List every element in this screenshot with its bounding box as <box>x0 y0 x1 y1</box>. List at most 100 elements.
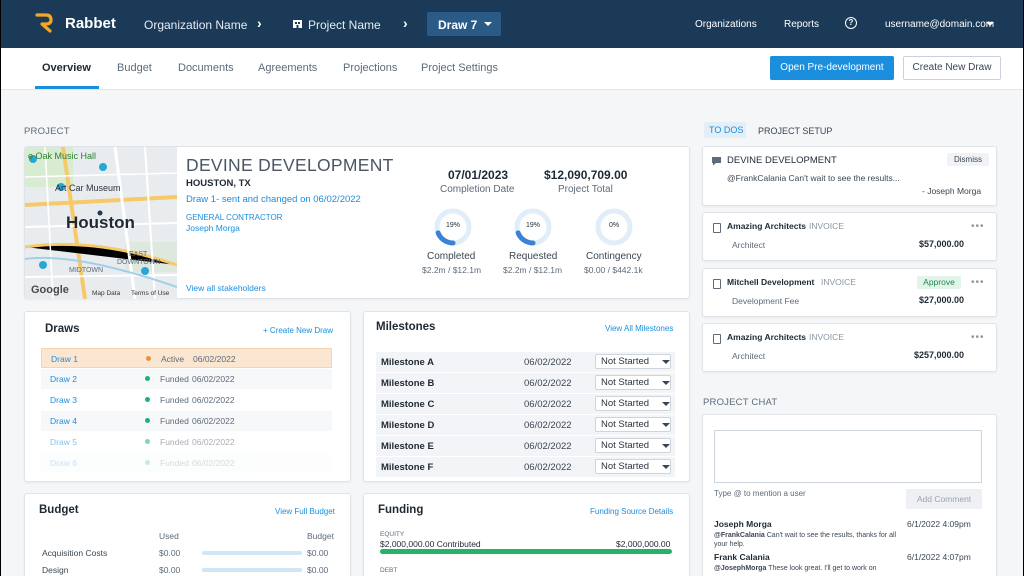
more-options-icon[interactable]: ••• <box>971 277 985 288</box>
dismiss-button[interactable]: Dismiss <box>947 153 989 166</box>
milestone-status-select[interactable]: Not Started <box>595 396 671 411</box>
milestone-date: 06/02/2022 <box>524 357 572 368</box>
milestone-row: Milestone C 06/02/2022 Not Started <box>376 394 675 414</box>
map-data-link[interactable]: Map Data <box>92 290 120 297</box>
chat-input[interactable] <box>714 430 982 483</box>
tab-project-settings[interactable]: Project Settings <box>421 62 498 74</box>
add-comment-button[interactable]: Add Comment <box>906 489 982 509</box>
draw-name[interactable]: Draw 4 <box>50 416 77 426</box>
milestone-row: Milestone B 06/02/2022 Not Started <box>376 373 675 393</box>
map-terms-link[interactable]: Terms of Use <box>131 290 169 297</box>
equity-label: EQUITY <box>380 531 405 538</box>
milestone-row: Milestone F 06/02/2022 Not Started <box>376 457 675 477</box>
equity-total: $2,000,000.00 <box>616 539 671 549</box>
status-dot-icon <box>145 397 150 402</box>
document-icon <box>713 279 721 289</box>
caret-down-icon[interactable] <box>986 22 994 26</box>
chat-mention[interactable]: @JosephMorga <box>714 565 766 572</box>
milestone-status-select[interactable]: Not Started <box>595 375 671 390</box>
create-draw-link[interactable]: + Create New Draw <box>263 326 333 335</box>
draw-name[interactable]: Draw 6 <box>50 458 77 468</box>
caret-down-icon <box>662 465 670 469</box>
draw-status-link[interactable]: Draw 1- sent and changed on 06/02/2022 <box>186 194 361 205</box>
chat-text: @FrankCalania Can't wait to see the resu… <box>714 532 897 539</box>
app-frame: Rabbet Organization Name › Project Name … <box>1 0 1023 576</box>
tab-documents[interactable]: Documents <box>178 62 234 74</box>
status-dot-icon <box>145 460 150 465</box>
budget-progress-bar <box>202 551 302 555</box>
milestone-name: Milestone A <box>381 357 434 368</box>
more-options-icon[interactable]: ••• <box>971 221 985 232</box>
user-menu[interactable]: username@domain.com <box>885 19 994 30</box>
active-tab-indicator <box>35 86 99 89</box>
requested-label: Requested <box>509 251 558 262</box>
more-options-icon[interactable]: ••• <box>971 332 985 343</box>
project-map[interactable]: e Oak Music Hall Art Car Museum Houston … <box>25 147 177 299</box>
document-icon <box>713 223 721 233</box>
brand-name[interactable]: Rabbet <box>65 15 116 32</box>
help-icon[interactable]: ? <box>845 17 857 29</box>
milestone-status-select[interactable]: Not Started <box>595 417 671 432</box>
invoice-type: INVOICE <box>809 332 844 342</box>
draw-date: 06/02/2022 <box>192 374 235 384</box>
milestone-name: Milestone E <box>381 441 434 452</box>
milestone-status-select[interactable]: Not Started <box>595 354 671 369</box>
caret-down-icon <box>662 402 670 406</box>
draw-row[interactable]: Draw 2 Funded 06/02/2022 <box>41 369 332 389</box>
rabbet-logo-icon[interactable] <box>35 13 53 33</box>
milestone-name: Milestone F <box>381 462 434 473</box>
project-chat-card: Type @ to mention a user Add Comment Jos… <box>702 414 997 576</box>
budget-line-used: $0.00 <box>159 548 181 558</box>
view-all-milestones-link[interactable]: View All Milestones <box>605 324 673 333</box>
tab-project-setup[interactable]: PROJECT SETUP <box>758 126 832 136</box>
milestone-row: Milestone D 06/02/2022 Not Started <box>376 415 675 435</box>
milestone-status-select[interactable]: Not Started <box>595 459 671 474</box>
tab-projections[interactable]: Projections <box>343 62 397 74</box>
tab-overview[interactable]: Overview <box>42 62 91 74</box>
status-dot-icon <box>145 376 150 381</box>
open-predevelopment-button[interactable]: Open Pre-development <box>770 56 894 80</box>
nav-reports-link[interactable]: Reports <box>784 19 819 30</box>
general-contractor-name[interactable]: Joseph Morga <box>186 223 240 233</box>
milestone-status-select[interactable]: Not Started <box>595 438 671 453</box>
milestones-card: Milestones View All Milestones Milestone… <box>363 311 690 482</box>
breadcrumb-organization[interactable]: Organization Name <box>144 18 247 32</box>
invoice-card[interactable]: Amazing Architects INVOICE ••• Architect… <box>702 323 997 372</box>
draw-status: Funded <box>160 416 189 426</box>
chat-time: 6/1/2022 4:07pm <box>907 552 971 562</box>
draw-status: Active <box>161 354 185 364</box>
chat-mention[interactable]: @FrankCalania <box>714 532 765 539</box>
draw-name[interactable]: Draw 1 <box>51 354 78 364</box>
tab-budget[interactable]: Budget <box>117 62 152 74</box>
draw-row[interactable]: Draw 1 Active 06/02/2022 <box>41 348 332 368</box>
map-label: MIDTOWN <box>69 267 104 274</box>
todo-message-author: - Joseph Morga <box>922 186 982 196</box>
budget-line-name: Acquisition Costs <box>42 548 108 558</box>
breadcrumb-project[interactable]: Project Name <box>308 18 381 32</box>
view-stakeholders-link[interactable]: View all stakeholders <box>186 283 266 293</box>
tab-agreements[interactable]: Agreements <box>258 62 317 74</box>
draw-selector-dropdown[interactable]: Draw 7 <box>427 12 501 36</box>
draw-row[interactable]: Draw 4 Funded 06/02/2022 <box>41 411 332 431</box>
draw-name[interactable]: Draw 2 <box>50 374 77 384</box>
nav-organizations-link[interactable]: Organizations <box>695 19 757 30</box>
approve-button[interactable]: Approve <box>917 276 961 289</box>
general-contractor-label: GENERAL CONTRACTOR <box>186 213 283 222</box>
milestone-row: Milestone A 06/02/2022 Not Started <box>376 352 675 372</box>
draw-row[interactable]: Draw 6 Funded 06/02/2022 <box>41 453 332 473</box>
create-new-draw-button[interactable]: Create New Draw <box>903 56 1001 80</box>
todo-message-card[interactable]: DEVINE DEVELOPMENT Dismiss @FrankCalania… <box>702 146 997 206</box>
view-full-budget-link[interactable]: View Full Budget <box>275 507 335 516</box>
draw-name[interactable]: Draw 5 <box>50 437 77 447</box>
invoice-card[interactable]: Mitchell Development INVOICE Approve •••… <box>702 268 997 317</box>
invoice-vendor: Amazing Architects <box>727 332 807 342</box>
draw-row[interactable]: Draw 3 Funded 06/02/2022 <box>41 390 332 410</box>
tab-todos[interactable]: TO DOS <box>704 122 746 138</box>
funding-source-details-link[interactable]: Funding Source Details <box>590 507 673 516</box>
invoice-card[interactable]: Amazing Architects INVOICE ••• Architect… <box>702 212 997 261</box>
chat-mention-hint: Type @ to mention a user <box>714 489 806 498</box>
draw-name[interactable]: Draw 3 <box>50 395 77 405</box>
milestone-date: 06/02/2022 <box>524 420 572 431</box>
map-label: Art Car Museum <box>55 183 121 193</box>
draw-row[interactable]: Draw 5 Funded 06/02/2022 <box>41 432 332 452</box>
